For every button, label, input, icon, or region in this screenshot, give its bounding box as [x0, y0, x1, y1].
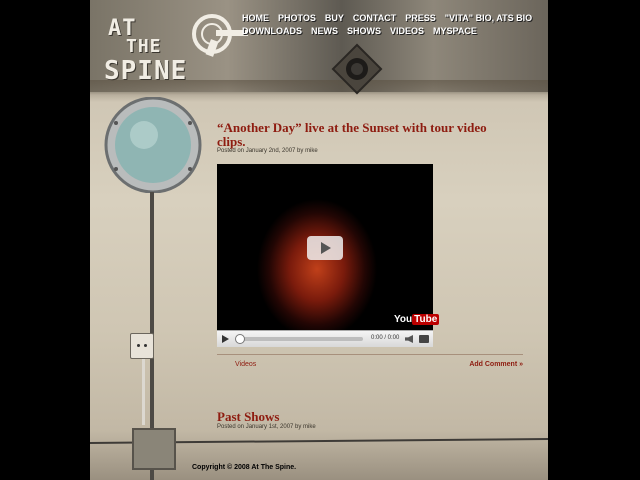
nav-videos[interactable]: VIDEOS — [390, 26, 424, 36]
post-footer: Videos Add Comment » — [217, 354, 523, 371]
post-meta: Posted on January 1st, 2007 by mike — [217, 424, 316, 430]
site-logo[interactable]: AT THE SPINE — [102, 10, 248, 88]
video-controls: 0:00 / 0:00 — [217, 330, 433, 347]
nav-row-1: HOME PHOTOS BUY CONTACT PRESS "VITA" BIO, ATS… — [242, 8, 542, 23]
wall-vent-icon — [331, 43, 383, 95]
control-play-icon[interactable] — [222, 335, 229, 343]
outlet-hole — [137, 344, 140, 347]
category-link[interactable]: Videos — [235, 361, 256, 368]
outlet-hole — [144, 344, 147, 347]
revolver-emblem-icon — [192, 14, 248, 57]
main-nav: HOME PHOTOS BUY CONTACT PRESS "VITA" BIO, ATS… — [242, 8, 542, 36]
site-container: AT THE SPINE HOME PHOTOS BUY CONTACT PRESS "V… — [90, 0, 548, 480]
volume-icon[interactable] — [405, 335, 413, 343]
nav-shows[interactable]: SHOWS — [347, 26, 381, 36]
copyright-text: Copyright © 2008 At The Spine. — [192, 464, 297, 471]
add-comment-link[interactable]: Add Comment » — [469, 361, 523, 368]
seek-handle[interactable] — [235, 334, 245, 344]
video-play-button[interactable] — [307, 236, 343, 260]
post-meta: Posted on January 2nd, 2007 by mike — [217, 148, 318, 154]
post-title-link[interactable]: “Another Day” live at the Sunset with to… — [217, 121, 517, 149]
fullscreen-icon[interactable] — [419, 335, 429, 343]
video-frame[interactable]: You Tube — [217, 164, 440, 330]
wall-lamp-icon — [104, 97, 202, 193]
nav-downloads[interactable]: DOWNLOADS — [242, 26, 302, 36]
nav-myspace[interactable]: MYSPACE — [433, 26, 477, 36]
nav-news[interactable]: NEWS — [311, 26, 338, 36]
logo-line-2: THE — [126, 36, 162, 57]
wall-cable — [142, 355, 145, 425]
power-outlet-icon — [130, 333, 154, 359]
youtube-logo-tube: Tube — [412, 314, 440, 325]
logo-line-3: SPINE — [104, 56, 188, 86]
seek-bar[interactable] — [237, 337, 363, 341]
play-icon — [321, 242, 331, 254]
video-time: 0:00 / 0:00 — [371, 335, 400, 341]
junction-box-icon — [132, 428, 176, 470]
post-title-link[interactable]: Past Shows — [217, 410, 280, 424]
video-player[interactable]: You Tube 0:00 / 0:00 — [217, 164, 440, 347]
youtube-logo-you: You — [394, 314, 413, 325]
youtube-logo[interactable]: You Tube — [394, 314, 440, 325]
